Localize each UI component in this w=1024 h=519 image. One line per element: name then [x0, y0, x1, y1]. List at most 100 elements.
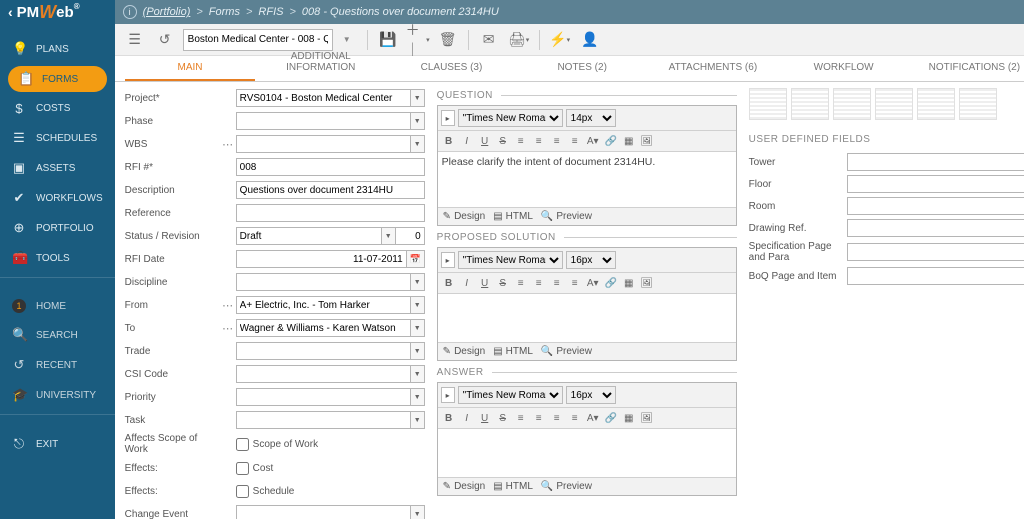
sidebar-item-workflows[interactable]: ✔WORKFLOWS	[0, 183, 115, 213]
design-mode[interactable]: ✎ Design	[443, 481, 486, 492]
thumbnail[interactable]	[875, 88, 913, 120]
strike-icon[interactable]: S	[495, 410, 511, 426]
chevron-down-icon[interactable]: ▼	[411, 342, 425, 360]
print-icon[interactable]: 🖨▾	[507, 28, 531, 52]
image-icon[interactable]: 🖼	[639, 410, 655, 426]
ellipsis-icon[interactable]: ⋯	[220, 322, 236, 335]
chevron-down-icon[interactable]: ▼	[411, 296, 425, 314]
align-justify-icon[interactable]: ≡	[567, 133, 583, 149]
align-left-icon[interactable]: ≡	[513, 275, 529, 291]
back-icon[interactable]: ‹	[8, 4, 13, 20]
question-body[interactable]: Please clarify the intent of document 23…	[438, 152, 736, 207]
align-left-icon[interactable]: ≡	[513, 133, 529, 149]
room-field[interactable]	[847, 197, 1024, 215]
chevron-down-icon[interactable]: ▼	[411, 319, 425, 337]
preview-mode[interactable]: 🔍 Preview	[541, 346, 592, 357]
align-left-icon[interactable]: ≡	[513, 410, 529, 426]
revision-field[interactable]	[395, 227, 425, 245]
sidebar-item-tools[interactable]: 🧰TOOLS	[0, 243, 115, 273]
chevron-down-icon[interactable]: ▼	[411, 411, 425, 429]
chevron-down-icon[interactable]: ▼	[411, 89, 425, 107]
table-icon[interactable]: ▦	[621, 410, 637, 426]
sidebar-item-search[interactable]: 🔍SEARCH	[0, 320, 115, 350]
proposed-body[interactable]	[438, 294, 736, 342]
thumbnail[interactable]	[917, 88, 955, 120]
align-justify-icon[interactable]: ≡	[567, 410, 583, 426]
html-mode[interactable]: ▤ HTML	[493, 211, 533, 222]
html-mode[interactable]: ▤ HTML	[493, 481, 533, 492]
rfi-date-field[interactable]	[236, 250, 407, 268]
user-icon[interactable]: 👤	[578, 28, 602, 52]
sidebar-item-exit[interactable]: ⎋EXIT	[0, 429, 115, 459]
project-field[interactable]	[236, 89, 411, 107]
ellipsis-icon[interactable]: ⋯	[220, 299, 236, 312]
align-center-icon[interactable]: ≡	[531, 275, 547, 291]
rfi-number-field[interactable]	[236, 158, 425, 176]
change-event-field[interactable]	[236, 505, 411, 519]
italic-icon[interactable]: I	[459, 133, 475, 149]
chevron-down-icon[interactable]: ▼	[411, 112, 425, 130]
from-field[interactable]	[236, 296, 411, 314]
drawing-ref-field[interactable]	[847, 219, 1024, 237]
preview-mode[interactable]: 🔍 Preview	[541, 481, 592, 492]
table-icon[interactable]: ▦	[621, 133, 637, 149]
ellipsis-icon[interactable]: ⋯	[220, 138, 236, 151]
font-select[interactable]: "Times New Roman"	[458, 109, 563, 127]
preview-mode[interactable]: 🔍 Preview	[541, 211, 592, 222]
apply-css-icon[interactable]: ▸	[441, 252, 455, 268]
link-icon[interactable]: 🔗	[603, 133, 619, 149]
wbs-field[interactable]	[236, 135, 411, 153]
tab-notifications[interactable]: NOTIFICATIONS (2)	[909, 56, 1024, 81]
strike-icon[interactable]: S	[495, 275, 511, 291]
priority-field[interactable]	[236, 388, 411, 406]
sidebar-item-costs[interactable]: $COSTS	[0, 94, 115, 123]
tab-notes[interactable]: NOTES (2)	[517, 56, 648, 81]
font-color-icon[interactable]: A▾	[585, 275, 601, 291]
calendar-icon[interactable]: 📅	[407, 250, 425, 268]
reference-field[interactable]	[236, 204, 425, 222]
align-center-icon[interactable]: ≡	[531, 133, 547, 149]
link-icon[interactable]: 🔗	[603, 410, 619, 426]
font-color-icon[interactable]: A▾	[585, 133, 601, 149]
align-right-icon[interactable]: ≡	[549, 275, 565, 291]
size-select[interactable]: 16px	[566, 386, 616, 404]
image-icon[interactable]: 🖼	[639, 133, 655, 149]
thumbnail[interactable]	[749, 88, 787, 120]
sidebar-item-recent[interactable]: ↺RECENT	[0, 350, 115, 380]
schedule-checkbox[interactable]	[236, 485, 249, 498]
description-field[interactable]	[236, 181, 425, 199]
align-right-icon[interactable]: ≡	[549, 410, 565, 426]
info-icon[interactable]: i	[123, 5, 137, 19]
cost-checkbox[interactable]	[236, 462, 249, 475]
underline-icon[interactable]: U	[477, 410, 493, 426]
design-mode[interactable]: ✎ Design	[443, 346, 486, 357]
apply-css-icon[interactable]: ▸	[441, 110, 455, 126]
thumbnail[interactable]	[833, 88, 871, 120]
sidebar-item-home[interactable]: 1HOME	[0, 292, 115, 320]
chevron-down-icon[interactable]: ▼	[411, 273, 425, 291]
sidebar-item-university[interactable]: 🎓UNIVERSITY	[0, 380, 115, 410]
chevron-down-icon[interactable]: ▼	[411, 388, 425, 406]
align-justify-icon[interactable]: ≡	[567, 275, 583, 291]
size-select[interactable]: 14px	[566, 109, 616, 127]
thumbnail[interactable]	[959, 88, 997, 120]
font-select[interactable]: "Times New Roman"	[458, 386, 563, 404]
boq-field[interactable]	[847, 267, 1024, 285]
tab-attachments[interactable]: ATTACHMENTS (6)	[648, 56, 779, 81]
answer-body[interactable]	[438, 429, 736, 477]
breadcrumb-rfis[interactable]: RFIS	[258, 6, 283, 18]
breadcrumb-forms[interactable]: Forms	[209, 6, 240, 18]
tower-field[interactable]	[847, 153, 1024, 171]
add-icon[interactable]: ＋｜▾	[406, 28, 430, 52]
spec-page-field[interactable]	[847, 243, 1024, 261]
history-icon[interactable]: ↺	[153, 28, 177, 52]
phase-field[interactable]	[236, 112, 411, 130]
apply-css-icon[interactable]: ▸	[441, 387, 455, 403]
sidebar-item-plans[interactable]: 💡PLANS	[0, 34, 115, 64]
tab-clauses[interactable]: CLAUSES (3)	[386, 56, 517, 81]
delete-icon[interactable]: 🗑	[436, 28, 460, 52]
image-icon[interactable]: 🖼	[639, 275, 655, 291]
sidebar-item-portfolio[interactable]: ⊕PORTFOLIO	[0, 213, 115, 243]
trade-field[interactable]	[236, 342, 411, 360]
font-color-icon[interactable]: A▾	[585, 410, 601, 426]
